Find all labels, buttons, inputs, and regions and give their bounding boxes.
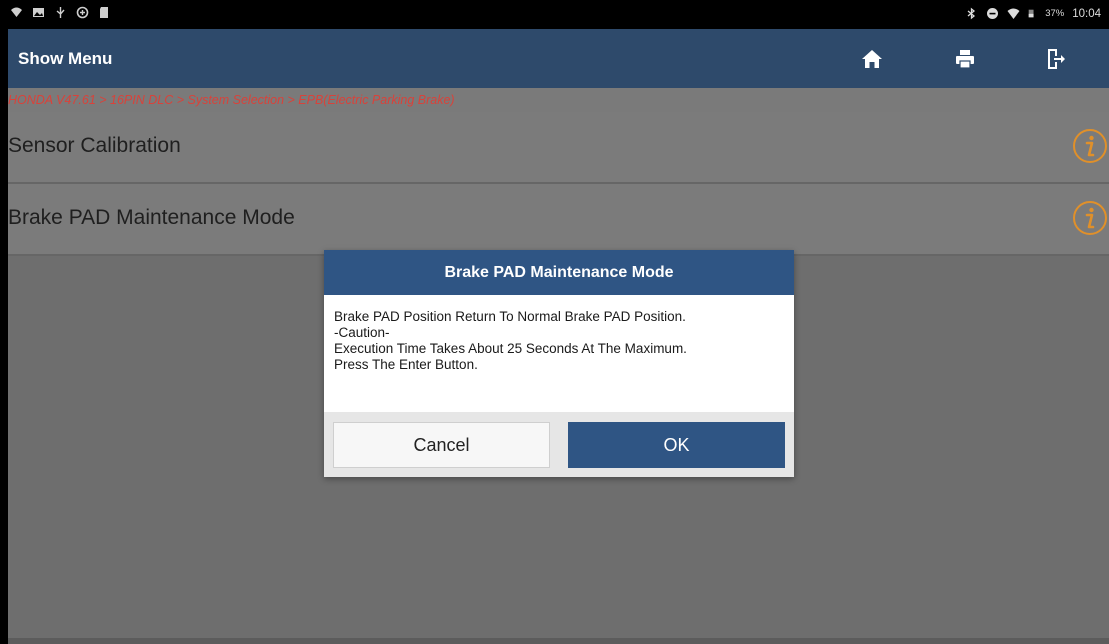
confirm-dialog: Brake PAD Maintenance Mode Brake PAD Pos… — [324, 250, 794, 477]
dialog-line: Press The Enter Button. — [334, 357, 478, 372]
breadcrumb: HONDA V47.61 > 16PIN DLC > System Select… — [8, 88, 1109, 112]
menu-item-label: Sensor Calibration — [8, 134, 181, 157]
exit-icon — [1048, 48, 1065, 69]
dialog-line: -Caution- — [334, 325, 390, 340]
menu-item-brake-pad-maintenance[interactable]: Brake PAD Maintenance Mode — [8, 184, 1109, 256]
ok-button[interactable]: OK — [568, 422, 785, 468]
menu-item-sensor-calibration[interactable]: Sensor Calibration — [8, 112, 1109, 184]
dialog-line: Brake PAD Position Return To Normal Brak… — [334, 309, 686, 324]
data-saver-icon — [76, 6, 89, 19]
info-icon[interactable] — [1072, 200, 1108, 236]
sd-card-icon — [100, 7, 108, 18]
menu-item-label: Brake PAD Maintenance Mode — [8, 206, 295, 229]
print-icon — [956, 49, 974, 69]
home-icon — [862, 49, 882, 68]
usb-icon — [56, 7, 65, 18]
battery-icon — [1028, 9, 1034, 18]
battery-percent: 37% — [1045, 8, 1065, 19]
print-button[interactable] — [930, 29, 1000, 88]
bluetooth-icon — [967, 7, 976, 20]
page-title: Show Menu — [18, 49, 113, 68]
wifi-alert-icon — [11, 7, 22, 17]
dialog-body: Brake PAD Position Return To Normal Brak… — [324, 295, 794, 394]
home-button[interactable] — [837, 29, 907, 88]
image-icon — [33, 8, 44, 17]
status-left-icons — [10, 6, 111, 19]
status-right-icons: 37% 10:04 — [965, 7, 1101, 20]
cancel-button[interactable]: Cancel — [333, 422, 550, 468]
app-header: Show Menu — [8, 29, 1109, 88]
status-bar: 37% 10:04 — [0, 0, 1109, 29]
info-icon[interactable] — [1072, 128, 1108, 164]
clock: 10:04 — [1072, 7, 1101, 20]
exit-button[interactable] — [1021, 29, 1091, 88]
breadcrumb-text: HONDA V47.61 > 16PIN DLC > System Select… — [8, 93, 455, 107]
bottom-strip — [8, 638, 1109, 644]
do-not-disturb-icon — [987, 8, 999, 19]
dialog-footer: Cancel OK — [324, 412, 794, 477]
wifi-icon — [1007, 8, 1020, 19]
dialog-line: Execution Time Takes About 25 Seconds At… — [334, 341, 687, 356]
dialog-title: Brake PAD Maintenance Mode — [324, 250, 794, 295]
